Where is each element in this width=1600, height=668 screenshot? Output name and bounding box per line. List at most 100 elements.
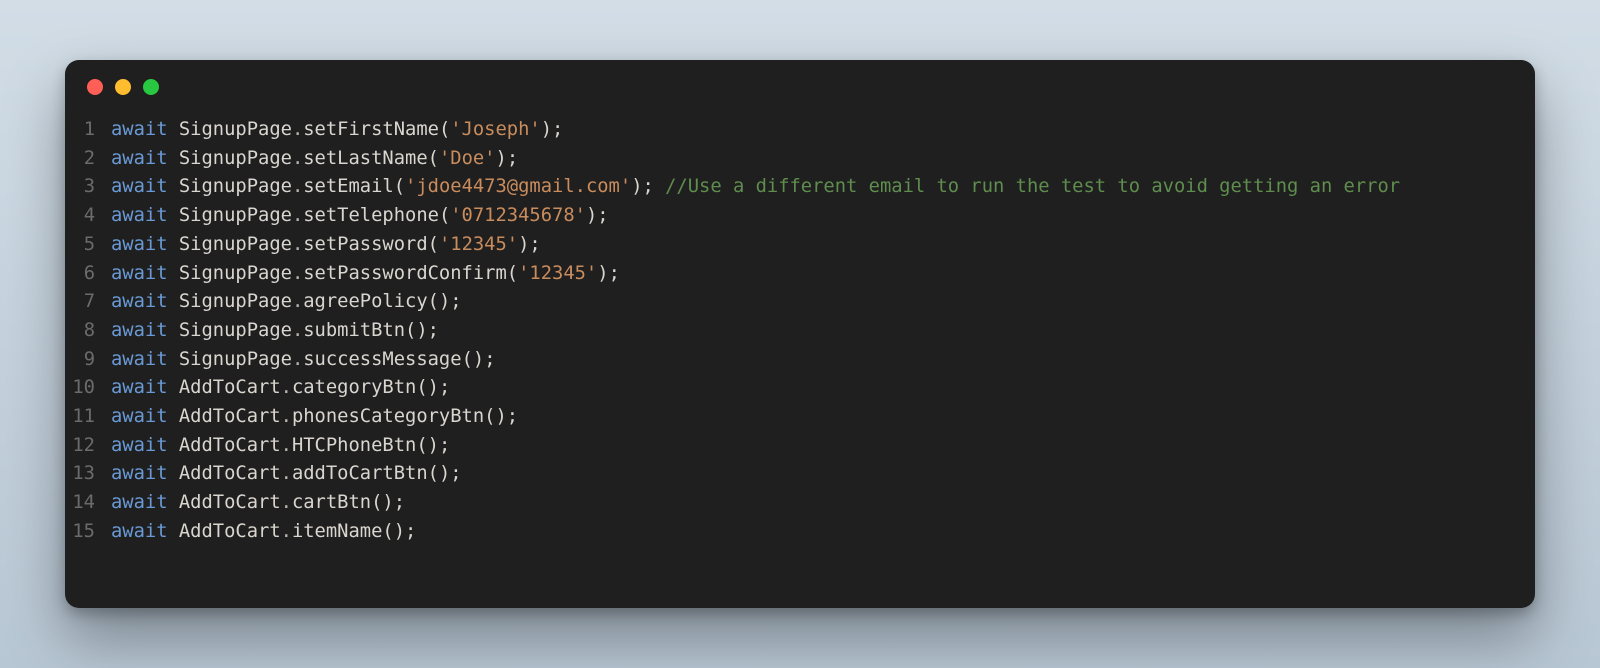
paren-open: ( <box>462 349 473 370</box>
paren-open: ( <box>507 263 518 284</box>
code-content: await SignupPage.setLastName('Doe'); <box>111 145 1535 174</box>
identifier-object: SignupPage <box>179 291 292 312</box>
paren-open: ( <box>428 463 439 484</box>
identifier-object: AddToCart <box>179 463 281 484</box>
code-content: await AddToCart.categoryBtn(); <box>111 374 1535 403</box>
identifier-method: setFirstName <box>303 119 439 140</box>
semicolon: ; <box>428 320 439 341</box>
code-content: await SignupPage.setEmail('jdoe4473@gmai… <box>111 173 1535 202</box>
paren-close: ) <box>428 435 439 456</box>
identifier-object: SignupPage <box>179 176 292 197</box>
identifier-object: SignupPage <box>179 119 292 140</box>
semicolon: ; <box>394 492 405 513</box>
code-line: 8await SignupPage.submitBtn(); <box>65 317 1535 346</box>
semicolon: ; <box>405 521 416 542</box>
keyword-await: await <box>111 406 168 427</box>
code-line: 7await SignupPage.agreePolicy(); <box>65 288 1535 317</box>
paren-close: ) <box>597 263 608 284</box>
paren-close: ) <box>495 406 506 427</box>
string-literal: 'Joseph' <box>450 119 540 140</box>
dot-operator: . <box>292 291 303 312</box>
keyword-await: await <box>111 234 168 255</box>
code-content: await AddToCart.phonesCategoryBtn(); <box>111 403 1535 432</box>
paren-open: ( <box>484 406 495 427</box>
semicolon: ; <box>507 406 518 427</box>
keyword-await: await <box>111 521 168 542</box>
line-number: 8 <box>65 317 111 346</box>
close-icon[interactable] <box>87 79 103 95</box>
identifier-method: addToCartBtn <box>292 463 428 484</box>
semicolon: ; <box>439 377 450 398</box>
identifier-method: cartBtn <box>292 492 371 513</box>
line-number: 7 <box>65 288 111 317</box>
code-line: 6await SignupPage.setPasswordConfirm('12… <box>65 260 1535 289</box>
paren-close: ) <box>439 463 450 484</box>
identifier-object: SignupPage <box>179 148 292 169</box>
code-content: await SignupPage.setFirstName('Joseph'); <box>111 116 1535 145</box>
paren-open: ( <box>428 148 439 169</box>
string-literal: 'jdoe4473@gmail.com' <box>405 176 631 197</box>
line-number: 12 <box>65 432 111 461</box>
keyword-await: await <box>111 148 168 169</box>
dot-operator: . <box>281 377 292 398</box>
identifier-object: SignupPage <box>179 234 292 255</box>
code-content: await AddToCart.itemName(); <box>111 518 1535 547</box>
dot-operator: . <box>292 320 303 341</box>
identifier-method: successMessage <box>303 349 461 370</box>
dot-operator: . <box>281 463 292 484</box>
paren-open: ( <box>405 320 416 341</box>
identifier-method: setTelephone <box>303 205 439 226</box>
paren-open: ( <box>416 435 427 456</box>
identifier-object: SignupPage <box>179 320 292 341</box>
dot-operator: . <box>292 234 303 255</box>
paren-close: ) <box>416 320 427 341</box>
code-line: 9await SignupPage.successMessage(); <box>65 346 1535 375</box>
minimize-icon[interactable] <box>115 79 131 95</box>
string-literal: '0712345678' <box>450 205 586 226</box>
paren-close: ) <box>518 234 529 255</box>
code-line: 14await AddToCart.cartBtn(); <box>65 489 1535 518</box>
keyword-await: await <box>111 320 168 341</box>
dot-operator: . <box>292 176 303 197</box>
semicolon: ; <box>439 435 450 456</box>
code-line: 3await SignupPage.setEmail('jdoe4473@gma… <box>65 173 1535 202</box>
identifier-method: setEmail <box>303 176 393 197</box>
line-number: 6 <box>65 260 111 289</box>
paren-close: ) <box>586 205 597 226</box>
semicolon: ; <box>484 349 495 370</box>
semicolon: ; <box>643 176 654 197</box>
identifier-method: itemName <box>292 521 382 542</box>
semicolon: ; <box>552 119 563 140</box>
code-editor: 1await SignupPage.setFirstName('Joseph')… <box>65 114 1535 561</box>
identifier-method: categoryBtn <box>292 377 416 398</box>
line-number: 2 <box>65 145 111 174</box>
semicolon: ; <box>450 463 461 484</box>
paren-open: ( <box>416 377 427 398</box>
paren-open: ( <box>382 521 393 542</box>
semicolon: ; <box>507 148 518 169</box>
string-literal: 'Doe' <box>439 148 496 169</box>
code-line: 10await AddToCart.categoryBtn(); <box>65 374 1535 403</box>
line-number: 15 <box>65 518 111 547</box>
string-literal: '12345' <box>439 234 518 255</box>
line-number: 13 <box>65 460 111 489</box>
code-line: 13await AddToCart.addToCartBtn(); <box>65 460 1535 489</box>
maximize-icon[interactable] <box>143 79 159 95</box>
paren-open: ( <box>428 291 439 312</box>
dot-operator: . <box>281 406 292 427</box>
line-number: 4 <box>65 202 111 231</box>
identifier-method: submitBtn <box>303 320 405 341</box>
code-line: 2await SignupPage.setLastName('Doe'); <box>65 145 1535 174</box>
code-line: 11await AddToCart.phonesCategoryBtn(); <box>65 403 1535 432</box>
code-content: await AddToCart.cartBtn(); <box>111 489 1535 518</box>
paren-close: ) <box>496 148 507 169</box>
keyword-await: await <box>111 291 168 312</box>
code-content: await SignupPage.setTelephone('071234567… <box>111 202 1535 231</box>
code-line: 4await SignupPage.setTelephone('07123456… <box>65 202 1535 231</box>
paren-close: ) <box>541 119 552 140</box>
window-controls <box>65 60 1535 114</box>
paren-close: ) <box>428 377 439 398</box>
identifier-object: AddToCart <box>179 521 281 542</box>
paren-close: ) <box>473 349 484 370</box>
dot-operator: . <box>292 263 303 284</box>
